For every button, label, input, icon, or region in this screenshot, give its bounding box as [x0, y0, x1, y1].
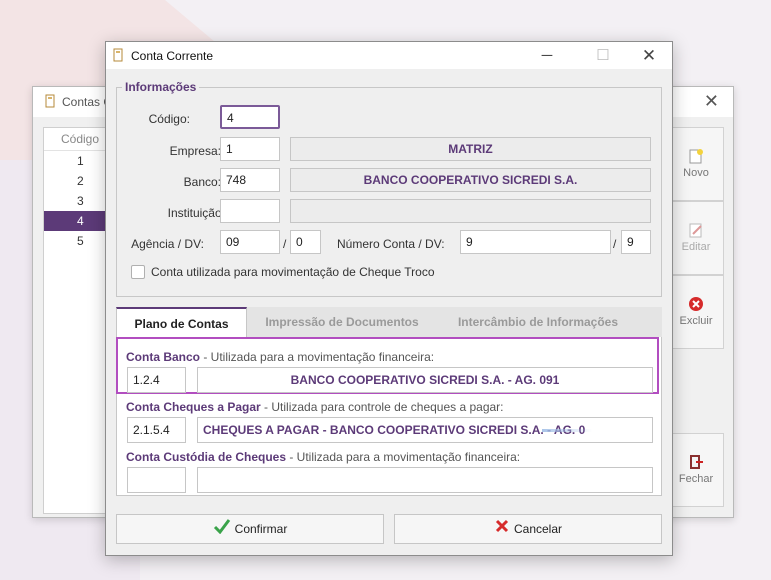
cheques-pagar-code-field[interactable]: 2.1.5.4 [127, 417, 186, 443]
app-icon [45, 94, 57, 111]
excluir-label: Excluir [679, 315, 713, 327]
instituicao-field[interactable] [220, 199, 280, 223]
conta-corrente-dialog: Conta Corrente ─ ☐ ✕ Informações Código:… [105, 41, 673, 556]
delete-icon [688, 296, 704, 312]
custodia-name-field[interactable] [197, 467, 653, 493]
agencia-field[interactable]: 09 [220, 230, 280, 254]
novo-button[interactable]: Novo [668, 127, 724, 201]
instituicao-label: Instituição: [167, 206, 225, 220]
tab-plano-de-contas[interactable]: Plano de Contas [116, 307, 247, 339]
slash-separator: / [613, 237, 617, 251]
confirm-button[interactable]: Confirmar [116, 514, 384, 544]
custodia-code-field[interactable] [127, 467, 186, 493]
numero-conta-field[interactable]: 9 [460, 230, 611, 254]
empresa-name-display: MATRIZ [290, 137, 651, 161]
maximize-icon: ☐ [596, 47, 610, 64]
check-icon [213, 516, 231, 544]
dialog-title-bar: Conta Corrente ─ ☐ ✕ [106, 42, 672, 69]
info-legend: Informações [122, 80, 200, 94]
editar-button[interactable]: Editar [668, 201, 724, 275]
custodia-title: Conta Custódia de Cheques [126, 450, 287, 464]
fechar-label: Fechar [678, 473, 714, 485]
cheque-troco-checkbox[interactable] [131, 265, 145, 279]
dialog-title: Conta Corrente [131, 49, 214, 63]
confirm-label: Confirmar [234, 522, 288, 536]
new-icon [688, 148, 704, 164]
cancel-button[interactable]: Cancelar [394, 514, 662, 544]
conta-banco-name-field[interactable]: BANCO COOPERATIVO SICREDI S.A. - AG. 091 [197, 367, 653, 393]
cheques-pagar-title: Conta Cheques a Pagar [126, 400, 261, 414]
conta-banco-title: Conta Banco [126, 350, 201, 364]
banco-name-display: BANCO COOPERATIVO SICREDI S.A. [290, 168, 651, 192]
banco-field[interactable]: 748 [220, 168, 280, 192]
agencia-label: Agência / DV: [131, 237, 204, 251]
conta-banco-code-field[interactable]: 1.2.4 [127, 367, 186, 393]
tab-impressao-documentos[interactable]: Impressão de Documentos [256, 307, 428, 337]
cheques-pagar-label: Conta Cheques a Pagar - Utilizada para c… [126, 400, 504, 414]
minimize-icon[interactable]: ─ [532, 45, 562, 67]
cheques-pagar-desc: - Utilizada para controle de cheques a p… [260, 400, 504, 414]
cheque-troco-label: Conta utilizada para movimentação de Che… [151, 265, 435, 279]
novo-label: Novo [683, 167, 709, 179]
codigo-field[interactable]: 4 [220, 105, 280, 129]
agencia-dv-field[interactable]: 0 [290, 230, 321, 254]
empresa-field[interactable]: 1 [220, 137, 280, 161]
tab-container: Plano de Contas Impressão de Documentos … [116, 307, 662, 496]
close-icon[interactable]: ✕ [704, 91, 719, 112]
cancel-label: Cancelar [513, 522, 563, 536]
numero-conta-label: Número Conta / DV: [337, 237, 445, 251]
fechar-button[interactable]: Fechar [668, 433, 724, 507]
custodia-desc: - Utilizada para a movimentação financei… [286, 450, 521, 464]
conta-banco-desc: - Utilizada para a movimentação financei… [200, 350, 435, 364]
conta-banco-label: Conta Banco - Utilizada para a movimenta… [126, 350, 434, 364]
empresa-label: Empresa: [169, 144, 221, 158]
close-icon[interactable]: ✕ [634, 45, 664, 67]
instituicao-name-display [290, 199, 651, 223]
tab-intercambio-informacoes[interactable]: Intercâmbio de Informações [446, 307, 630, 337]
cheques-pagar-name-text: CHEQUES A PAGAR - BANCO COOPERATIVO SICR… [203, 423, 586, 437]
banco-label: Banco: [183, 175, 221, 189]
cheques-pagar-name-field[interactable]: CHEQUES A PAGAR - BANCO COOPERATIVO SICR… [197, 417, 653, 443]
custodia-label: Conta Custódia de Cheques - Utilizada pa… [126, 450, 520, 464]
editar-label: Editar [681, 241, 711, 253]
conta-dv-field[interactable]: 9 [621, 230, 651, 254]
loading-fade [542, 429, 592, 432]
tab-panel: Conta Banco - Utilizada para a movimenta… [116, 337, 662, 496]
codigo-label: Código: [148, 112, 190, 126]
slash-separator: / [283, 237, 287, 251]
excluir-button[interactable]: Excluir [668, 275, 724, 349]
cross-icon [494, 516, 510, 544]
exit-icon [688, 454, 704, 470]
edit-icon [688, 222, 704, 238]
app-icon [113, 48, 125, 65]
